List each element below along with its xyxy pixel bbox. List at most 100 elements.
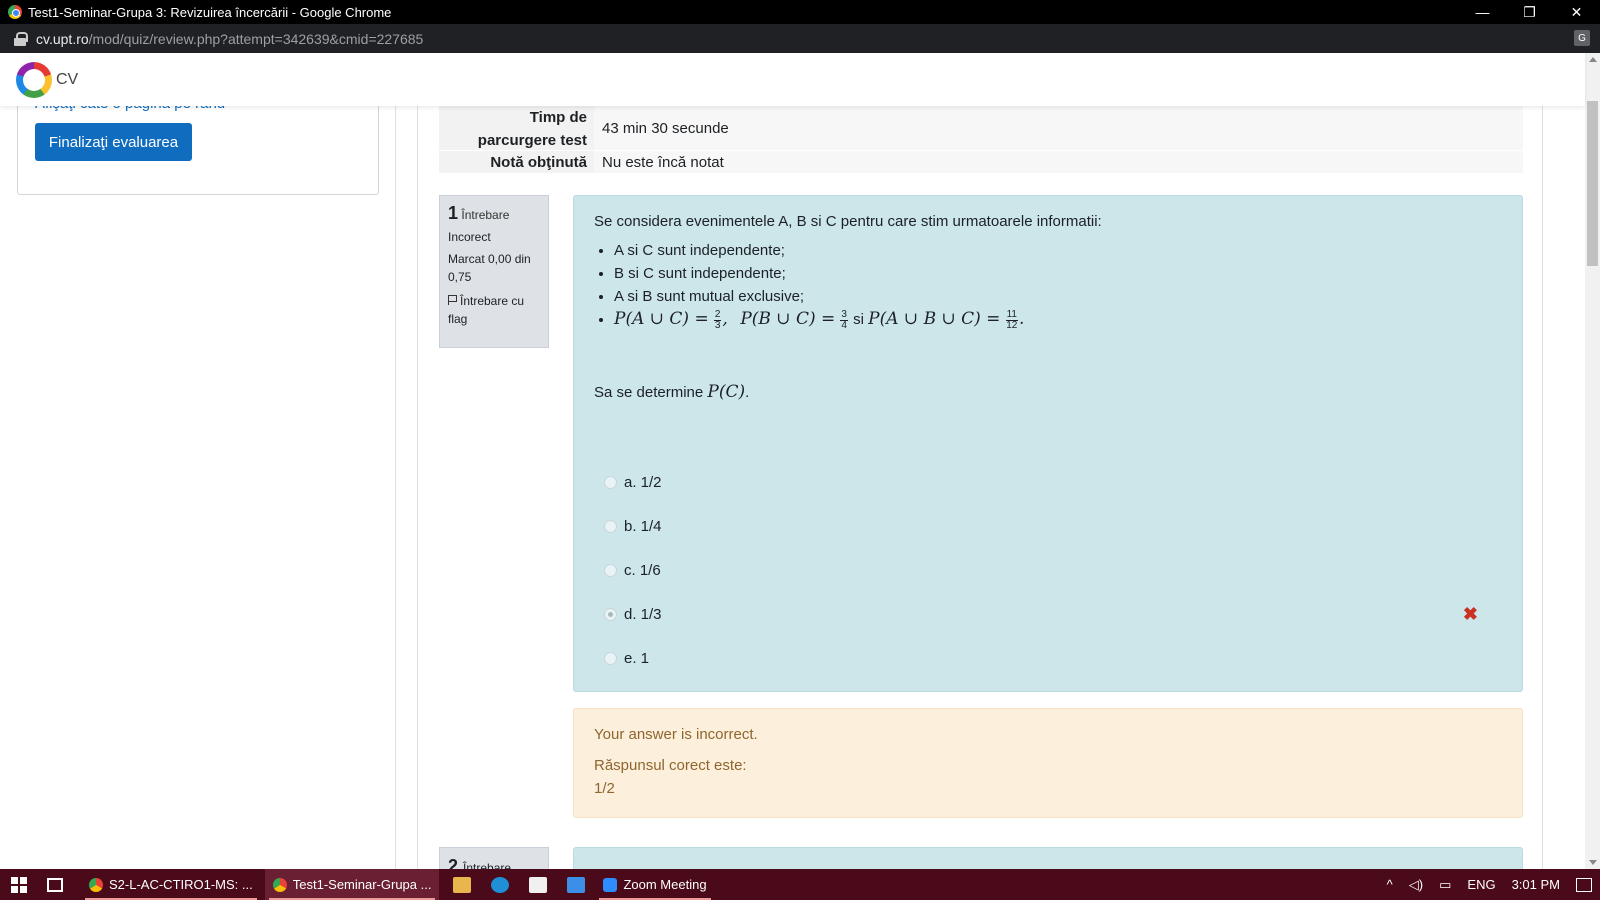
summary-row-time: Timp de parcurgere test 43 min 30 secund…	[439, 106, 1523, 151]
lock-icon[interactable]	[14, 31, 28, 46]
fraction: 34	[840, 308, 848, 331]
right-answer-label: Răspunsul corect este:	[594, 757, 747, 774]
chrome-icon	[8, 5, 22, 19]
quiz-navigation-block: Afişaţi câte o pagină pe rând Finalizaţi…	[17, 96, 379, 195]
url-host[interactable]: cv.upt.ro	[36, 31, 89, 47]
formula-item: P(A ∪ C) = 23, P(B ∪ C) = 34 si P(A ∪ B …	[614, 308, 1502, 331]
prompt-math: P(C)	[707, 382, 746, 402]
taskbar-item-label: Test1-Seminar-Grupa ...	[292, 877, 432, 892]
scroll-down-arrow-icon[interactable]	[1589, 860, 1597, 865]
question-bullets: A si C sunt independente; B si C sunt in…	[614, 239, 1502, 331]
keyboard-icon[interactable]: ▭	[1439, 877, 1451, 893]
url-path[interactable]: /mod/quiz/review.php?attempt=342639&cmid…	[89, 31, 424, 47]
answer-options: a. 1/2 b. 1/4 c. 1/6 d. 1/3 ✖ e. 1	[594, 460, 1502, 680]
flag-question-toggle[interactable]: Întrebare cu flag	[448, 292, 540, 328]
formula-term: P(A ∪ C) =	[614, 309, 709, 329]
task-view-icon[interactable]	[47, 877, 63, 892]
summary-row-grade: Notă obţinută Nu este încă notat	[439, 151, 1523, 174]
minimize-button[interactable]: —	[1459, 0, 1506, 24]
question-state: Incorect	[448, 230, 491, 244]
radio-button[interactable]	[604, 651, 617, 665]
file-explorer-icon[interactable]	[453, 876, 472, 893]
question-grade: Marcat 0,00 din 0,75	[448, 252, 531, 284]
answer-label: c. 1/6	[624, 561, 661, 579]
volume-icon[interactable]: ◁)	[1409, 877, 1423, 893]
taskbar-item-zoom[interactable]: Zoom Meeting	[595, 869, 714, 900]
question-word: Întrebare	[461, 208, 510, 222]
question-info-next: 2 Întrebare	[439, 847, 549, 869]
question-number: 1	[448, 203, 459, 223]
formula-conjunction: si	[853, 311, 864, 328]
fraction: 23	[713, 308, 722, 331]
question-prompt: Sa se determine P(C).	[594, 382, 750, 402]
site-header: CV	[0, 53, 1585, 106]
windows-taskbar: S2-L-AC-CTIRO1-MS: ... Test1-Seminar-Gru…	[0, 869, 1600, 900]
summary-label: Timp de parcurgere test	[439, 106, 594, 150]
answer-option-a[interactable]: a. 1/2	[594, 460, 1502, 504]
clock[interactable]: 3:01 PM	[1512, 877, 1560, 892]
taskbar-item-label: S2-L-AC-CTIRO1-MS: ...	[109, 877, 253, 892]
fraction: 11 12	[1005, 308, 1018, 331]
question-word: Întrebare	[463, 861, 512, 869]
system-tray: ^ ◁) ▭ ENG 3:01 PM	[1379, 869, 1600, 900]
zoom-icon	[603, 877, 618, 892]
formula-term: P(A ∪ B ∪ C) =	[868, 309, 1001, 329]
address-bar[interactable]: cv.upt.ro/mod/quiz/review.php?attempt=34…	[0, 24, 1600, 53]
close-button[interactable]: ✕	[1553, 0, 1600, 24]
radio-button[interactable]	[604, 519, 617, 533]
show-hidden-icons-chevron-icon[interactable]: ^	[1387, 877, 1393, 892]
radio-button[interactable]	[604, 475, 617, 489]
language-indicator[interactable]: ENG	[1467, 877, 1495, 892]
answer-option-c[interactable]: c. 1/6	[594, 548, 1502, 592]
scrollbar-thumb[interactable]	[1587, 101, 1598, 266]
answer-option-d[interactable]: d. 1/3 ✖	[594, 592, 1502, 636]
site-logo[interactable]	[16, 61, 52, 98]
answer-option-b[interactable]: b. 1/4	[594, 504, 1502, 548]
formula-term: P(B ∪ C) =	[740, 309, 836, 329]
quiz-navigation-drawer: Afişaţi câte o pagină pe rând Finalizaţi…	[0, 96, 396, 869]
radio-button-selected[interactable]	[604, 607, 617, 621]
question-info: 1 Întrebare Incorect Marcat 0,00 din 0,7…	[439, 195, 549, 348]
window-controls: — ❐ ✕	[1459, 0, 1600, 24]
page-scrollbar[interactable]	[1585, 53, 1600, 869]
answer-label: b. 1/4	[624, 517, 662, 535]
restore-button[interactable]: ❐	[1506, 0, 1553, 24]
question-intro: Se considera evenimentele A, B si C pent…	[594, 213, 1102, 230]
summary-value: Nu este încă notat	[594, 151, 1523, 173]
answer-label: d. 1/3	[624, 605, 662, 623]
window-title: Test1-Seminar-Grupa 3: Revizuirea încerc…	[28, 4, 392, 20]
right-answer-value: 1/2	[594, 780, 615, 797]
taskbar-item-label: Zoom Meeting	[623, 877, 707, 892]
scroll-up-arrow-icon[interactable]	[1589, 57, 1597, 62]
list-item: B si C sunt independente;	[614, 262, 1502, 285]
finish-review-button[interactable]: Finalizaţi evaluarea	[35, 123, 192, 161]
taskbar-item-chrome-1[interactable]: S2-L-AC-CTIRO1-MS: ...	[81, 869, 261, 900]
windows-start-icon[interactable]	[11, 876, 27, 893]
answer-label: e. 1	[624, 649, 650, 667]
list-item: A si C sunt independente;	[614, 239, 1502, 262]
summary-label: Notă obţinută	[439, 151, 594, 173]
store-icon[interactable]	[529, 876, 548, 893]
answer-option-e[interactable]: e. 1	[594, 636, 1502, 680]
question-formulation: Se considera evenimentele A, B si C pent…	[573, 195, 1523, 692]
chrome-icon	[89, 877, 103, 892]
attempt-summary-table: Timp de parcurgere test 43 min 30 secund…	[439, 106, 1523, 174]
notification-icon[interactable]	[1576, 877, 1592, 892]
question-formulation-next	[573, 847, 1523, 869]
incorrect-cross-icon: ✖	[1462, 604, 1478, 624]
radio-button[interactable]	[604, 563, 617, 577]
browser-title-bar: Test1-Seminar-Grupa 3: Revizuirea încerc…	[0, 0, 1600, 24]
mail-icon[interactable]	[567, 876, 586, 893]
site-name[interactable]: CV	[56, 71, 78, 89]
flag-label: Întrebare cu flag	[448, 294, 525, 326]
flag-icon	[448, 295, 457, 305]
main-content: Timp de parcurgere test 43 min 30 secund…	[417, 106, 1543, 869]
taskbar-item-chrome-2[interactable]: Test1-Seminar-Grupa ...	[264, 869, 440, 900]
translate-icon[interactable]: G	[1574, 30, 1590, 46]
feedback-status: Your answer is incorrect.	[594, 726, 758, 743]
answer-feedback: Your answer is incorrect. Răspunsul core…	[573, 708, 1523, 818]
chrome-icon	[272, 877, 287, 892]
question-number: 2	[448, 856, 459, 869]
edge-icon[interactable]	[491, 876, 510, 893]
answer-label: a. 1/2	[624, 473, 662, 491]
